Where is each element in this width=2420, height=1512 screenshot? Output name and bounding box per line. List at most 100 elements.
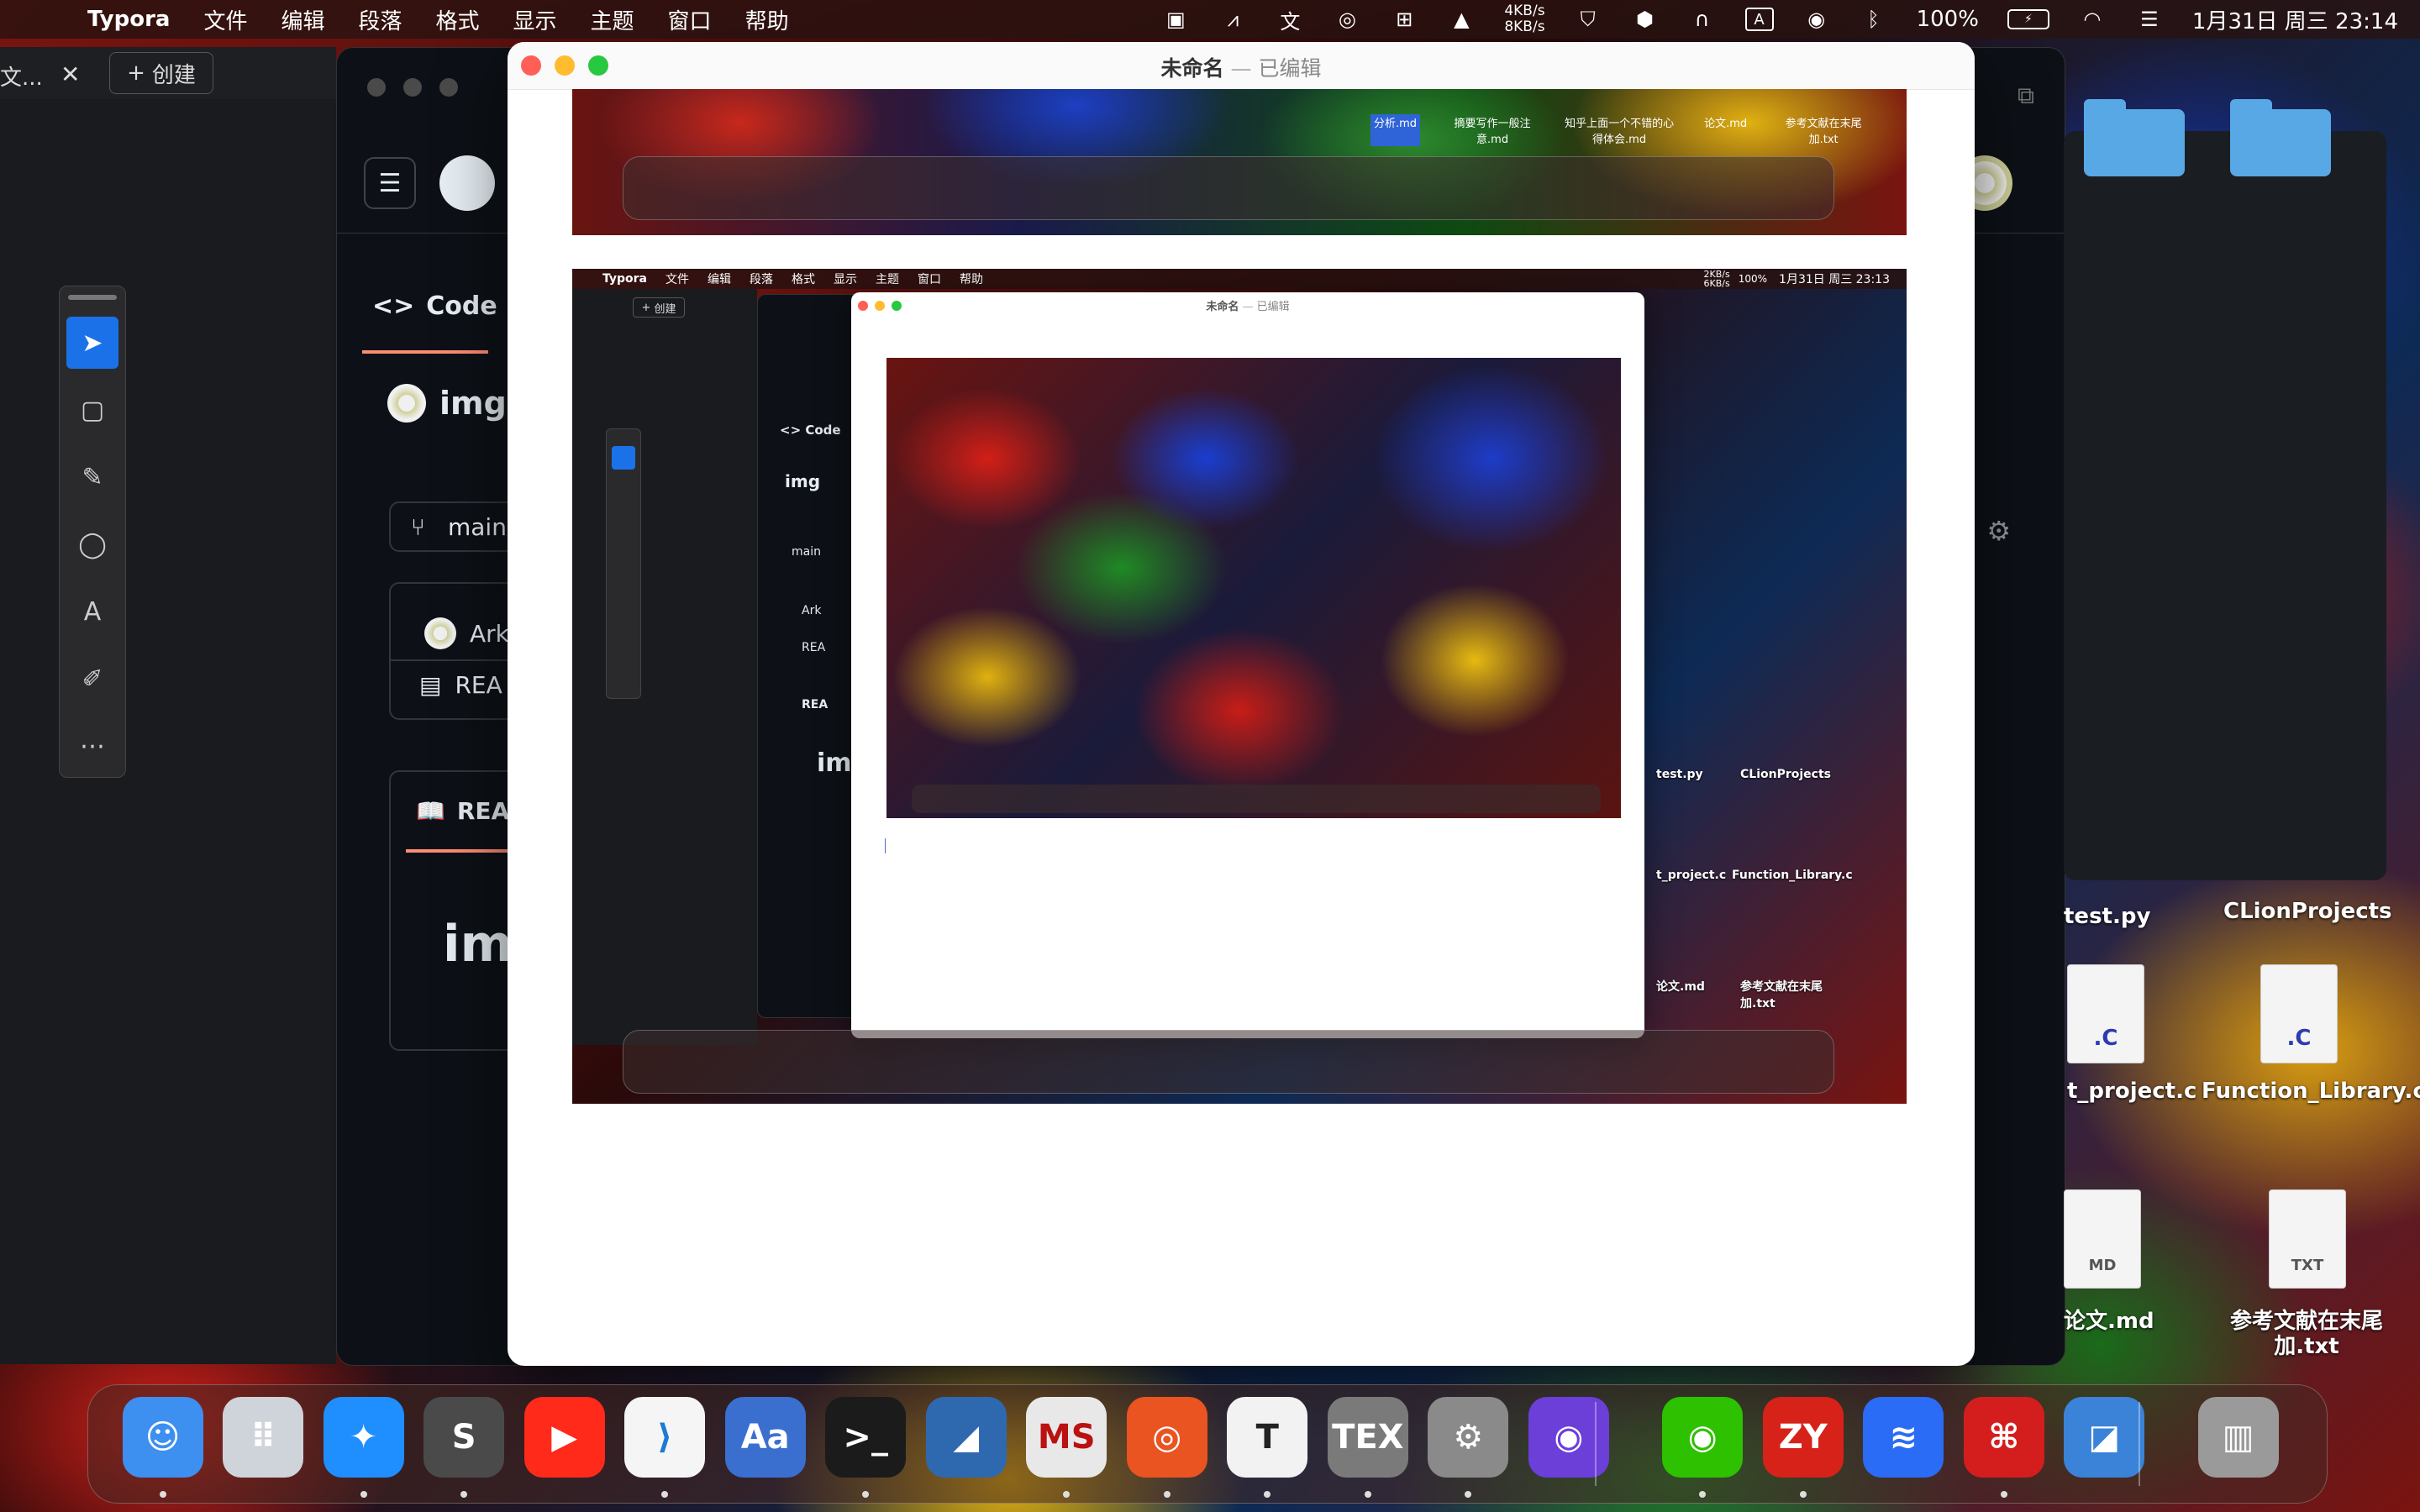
md-file-icon[interactable]: MD	[2064, 1189, 2141, 1289]
cat-icon[interactable]: ▲	[1447, 7, 1476, 32]
close-icon[interactable]: ✕	[60, 60, 80, 88]
youtube-icon[interactable]: ▶	[523, 1397, 605, 1478]
gear-icon[interactable]: ⚙	[1986, 515, 2011, 547]
sublime-icon[interactable]: S	[424, 1397, 505, 1478]
terminal-icon[interactable]: >_	[825, 1397, 907, 1478]
trash-icon[interactable]: ▥	[2197, 1397, 2279, 1478]
new-tab-button[interactable]: + 创建	[109, 52, 213, 94]
wifi-icon[interactable]: ◠	[2078, 7, 2107, 32]
strip-label: 摘要写作一般注意.md	[1454, 118, 1531, 146]
repo-title[interactable]: img	[387, 384, 507, 423]
desktop-item-clionprojects[interactable]: CLionProjects	[2223, 899, 2392, 924]
desktop-item-references-txt[interactable]: 参考文献在末尾加.txt	[2227, 1309, 2386, 1359]
nested-desktop-label: 论文.md	[1656, 980, 1705, 994]
left-dark-pane	[0, 99, 336, 1364]
arrows-icon[interactable]: ⩘	[1218, 7, 1247, 32]
more-icon[interactable]: ⋯	[66, 720, 118, 772]
tex-icon[interactable]: TEX	[1327, 1397, 1408, 1478]
translate-icon[interactable]: 文	[1276, 7, 1304, 34]
hamburger-menu-icon[interactable]: ☰	[364, 157, 416, 209]
browser-tab-title[interactable]: 文...	[0, 60, 43, 92]
nested-doc-title: 未命名	[1206, 301, 1239, 313]
zy-icon[interactable]: ZY	[1762, 1397, 1844, 1478]
matlab-icon[interactable]: ◢	[925, 1397, 1007, 1478]
toolbar-grip[interactable]	[68, 295, 117, 300]
c-file-icon[interactable]: .C	[2067, 964, 2144, 1063]
text-tool-icon[interactable]: A	[66, 585, 118, 638]
menu-help[interactable]: 帮助	[745, 4, 789, 35]
close-dot[interactable]	[367, 78, 386, 97]
network-speed[interactable]: 4KB/s 8KB/s	[1504, 3, 1544, 35]
preview-icon[interactable]: ◪	[2064, 1397, 2145, 1478]
menu-window[interactable]: 窗口	[668, 4, 712, 35]
safari-icon[interactable]: ✦	[323, 1397, 404, 1478]
menu-theme[interactable]: 主题	[591, 4, 634, 35]
menu-edit[interactable]: 编辑	[281, 4, 324, 35]
user-icon[interactable]: ◉	[1802, 7, 1831, 32]
lasso-tool-icon[interactable]: ◯	[66, 518, 118, 570]
desktop-item-function-library[interactable]: Function_Library.c	[2202, 1079, 2420, 1104]
minimize-dot[interactable]	[403, 78, 423, 97]
menu-paragraph[interactable]: 段落	[358, 4, 402, 35]
shield-icon[interactable]: ⛉	[1574, 7, 1602, 32]
readme-file-row[interactable]: ▤ REA	[419, 671, 502, 699]
dock: ☺ ⠿ ✦ S ▶ ⟩ Aa >_ ◢ MS ◎ T TEX ⚙ ◉ ◉ ZY ≋ ⌘ ◪ ▥	[87, 1384, 2328, 1504]
settings-icon[interactable]: ⚙	[1428, 1397, 1509, 1478]
c-file-icon[interactable]: .C	[2260, 964, 2338, 1063]
nested-author: Ark	[802, 604, 822, 617]
wechat-icon[interactable]: ◎	[1333, 7, 1361, 32]
readme-tab[interactable]: 📖 REA	[416, 797, 509, 825]
pen-tool-icon[interactable]: ✎	[66, 451, 118, 503]
tab-code[interactable]: <> Code	[372, 291, 497, 321]
input-method-icon[interactable]: ⊞	[1390, 7, 1418, 32]
bluetooth-icon[interactable]: ᛒ	[1860, 7, 1888, 32]
menu-format[interactable]: 格式	[436, 4, 480, 35]
desktop-item-test-py[interactable]: test.py	[2064, 904, 2150, 929]
txt-file-icon[interactable]: TXT	[2269, 1189, 2346, 1289]
select-tool-icon[interactable]: ➤	[66, 317, 118, 369]
clock[interactable]: 1月31日 周三 23:14	[2192, 4, 2398, 35]
plus-icon: +	[641, 301, 651, 314]
nested-battery: 100%	[1738, 273, 1768, 285]
launchpad-icon[interactable]: ⠿	[223, 1397, 304, 1478]
nested-tabbar	[572, 289, 757, 1045]
dictionary-icon[interactable]: Aa	[724, 1397, 806, 1478]
vscode-icon[interactable]: ⟩	[624, 1397, 706, 1478]
wechat-icon[interactable]: ◉	[1662, 1397, 1744, 1478]
battery-icon[interactable]: ⚡	[2007, 9, 2049, 29]
finder-icon[interactable]: ☺	[122, 1397, 203, 1478]
copy-icon[interactable]: ⧉	[2018, 81, 2034, 110]
hex-icon[interactable]: ⬢	[1631, 7, 1660, 32]
menu-view[interactable]: 显示	[513, 4, 557, 35]
control-center-icon[interactable]: ☰	[2135, 7, 2164, 32]
ubuntu-icon[interactable]: ◎	[1126, 1397, 1207, 1478]
comment-tool-icon[interactable]: ▢	[66, 384, 118, 436]
headphones-icon[interactable]: ∩	[1688, 7, 1717, 32]
commit-author[interactable]: Ark	[424, 617, 509, 649]
nested-dock	[623, 1030, 1834, 1094]
acrobat-icon[interactable]: ⌘	[1963, 1397, 2044, 1478]
zoom-dot[interactable]	[439, 78, 459, 97]
nested-select-tool	[612, 446, 635, 470]
desktop-item-lunwen-md[interactable]: 论文.md	[2064, 1304, 2154, 1335]
lark-icon[interactable]: ≋	[1863, 1397, 1944, 1478]
desktop-item-t-project[interactable]: t_project.c	[2067, 1079, 2196, 1104]
app-menu[interactable]: Typora	[87, 7, 170, 32]
image-icon[interactable]: ▣	[1161, 7, 1190, 32]
github-logo-icon[interactable]	[439, 155, 495, 211]
embedded-image-strip[interactable]: 分析.md 摘要写作一般注意.md 知乎上面一个不错的心得体会.md 论文.md…	[572, 89, 1907, 235]
chatbot-icon[interactable]: ◉	[1528, 1397, 1609, 1478]
menu-file[interactable]: 文件	[203, 4, 247, 35]
mathtype-icon[interactable]: MS	[1026, 1397, 1107, 1478]
embedded-screenshot[interactable]: Typora 文件 编辑 段落 格式 显示 主题 窗口 帮助 2KB/s 6KB/…	[572, 269, 1907, 1104]
nested-menu-item: 主题	[876, 273, 900, 286]
folder-icon[interactable]	[2084, 99, 2185, 176]
running-indicator	[159, 1491, 166, 1498]
background-finder-window	[2064, 131, 2386, 880]
typora-label: T	[1255, 1418, 1279, 1457]
folder-icon[interactable]	[2230, 99, 2331, 176]
letter-a-icon[interactable]: A	[1744, 8, 1774, 31]
typora-titlebar: 未命名 — 已编辑	[508, 42, 1975, 90]
highlighter-tool-icon[interactable]: ✐	[66, 653, 118, 705]
typora-icon[interactable]: T	[1227, 1397, 1308, 1478]
